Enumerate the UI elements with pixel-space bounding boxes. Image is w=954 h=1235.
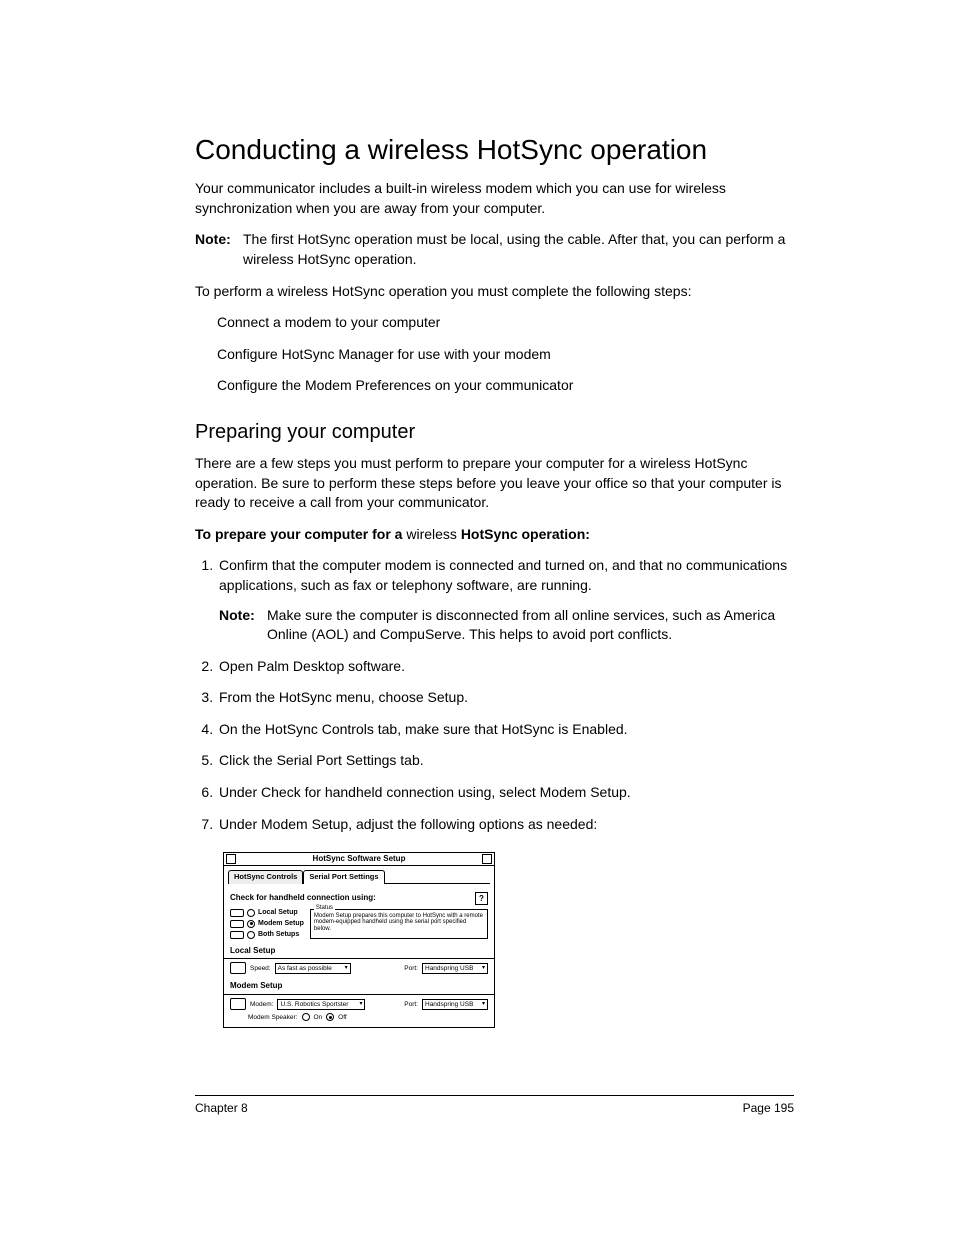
radio-icon[interactable] — [302, 1013, 310, 1021]
summary-steps: Connect a modem to your computer Configu… — [217, 313, 794, 396]
note-text: The first HotSync operation must be loca… — [243, 230, 794, 269]
help-icon[interactable]: ? — [475, 892, 488, 905]
cradle-icon — [230, 909, 244, 917]
modem-setup-title: Modem Setup — [230, 982, 488, 991]
prepare-mid: wireless — [406, 526, 460, 542]
footer-left: Chapter 8 — [195, 1100, 248, 1117]
radio-icon[interactable] — [326, 1013, 334, 1021]
lead-text: To perform a wireless HotSync operation … — [195, 282, 794, 302]
note-label: Note: — [195, 230, 243, 269]
radio-label: Modem Setup — [258, 920, 304, 928]
step-2: Open Palm Desktop software. — [217, 657, 794, 677]
status-legend: Status — [314, 905, 335, 912]
modem-label: Modem: — [250, 1001, 273, 1008]
radio-both-setups[interactable]: Both Setups — [230, 931, 304, 939]
radio-icon — [247, 909, 255, 917]
check-label: Check for handheld connection using: — [230, 894, 376, 903]
tab-hotsync-controls[interactable]: HotSync Controls — [228, 870, 303, 883]
status-text: Modem Setup prepares this computer to Ho… — [314, 913, 483, 932]
note-first-sync: Note: The first HotSync operation must b… — [195, 230, 794, 269]
speaker-off-label: Off — [338, 1014, 347, 1021]
dialog-title: HotSync Software Setup — [236, 855, 482, 864]
note-label: Note: — [219, 606, 267, 645]
speaker-on-label: On — [314, 1014, 323, 1021]
note-text: Make sure the computer is disconnected f… — [267, 606, 794, 645]
prepare-bold-b: HotSync operation: — [461, 526, 590, 542]
radio-label: Both Setups — [258, 931, 299, 939]
footer-right: Page 195 — [743, 1100, 794, 1117]
radio-icon — [247, 931, 255, 939]
port-select-local[interactable]: Handspring USB▾ — [422, 963, 488, 974]
speed-select[interactable]: As fast as possible▾ — [275, 963, 351, 974]
status-box: Status Modem Setup prepares this compute… — [310, 909, 488, 939]
section-heading: Preparing your computer — [195, 418, 794, 446]
modem-icon — [230, 998, 246, 1010]
step-5: Click the Serial Port Settings tab. — [217, 751, 794, 771]
both-icon — [230, 931, 244, 939]
modem-icon — [230, 920, 244, 928]
step-1-note: Note: Make sure the computer is disconne… — [219, 606, 794, 645]
page-footer: Chapter 8 Page 195 — [195, 1095, 794, 1117]
radio-modem-setup[interactable]: Modem Setup — [230, 920, 304, 928]
hotsync-setup-dialog: HotSync Software Setup HotSync Controls … — [223, 852, 495, 1028]
zoom-icon[interactable] — [482, 854, 492, 864]
step-1: Confirm that the computer modem is conne… — [217, 556, 794, 644]
modem-select[interactable]: U.S. Robotics Sportster▾ — [277, 999, 365, 1010]
tab-serial-port-settings[interactable]: Serial Port Settings — [303, 870, 384, 883]
close-icon[interactable] — [226, 854, 236, 864]
summary-step: Connect a modem to your computer — [217, 313, 794, 333]
radio-local-setup[interactable]: Local Setup — [230, 909, 304, 917]
step-3: From the HotSync menu, choose Setup. — [217, 688, 794, 708]
cradle-icon — [230, 962, 246, 974]
step-6: Under Check for handheld connection usin… — [217, 783, 794, 803]
step-7: Under Modem Setup, adjust the following … — [217, 815, 794, 835]
intro-text: Your communicator includes a built-in wi… — [195, 179, 794, 218]
port-select-modem[interactable]: Handspring USB▾ — [422, 999, 488, 1010]
prepare-bold-a: To prepare your computer for a — [195, 526, 406, 542]
step-4: On the HotSync Controls tab, make sure t… — [217, 720, 794, 740]
numbered-steps: Confirm that the computer modem is conne… — [195, 556, 794, 834]
prepare-heading: To prepare your computer for a wireless … — [195, 525, 794, 545]
summary-step: Configure the Modem Preferences on your … — [217, 376, 794, 396]
radio-icon — [247, 920, 255, 928]
port-label: Port: — [404, 1001, 418, 1008]
radio-label: Local Setup — [258, 909, 298, 917]
page-title: Conducting a wireless HotSync operation — [195, 130, 794, 169]
local-setup-title: Local Setup — [230, 947, 488, 956]
summary-step: Configure HotSync Manager for use with y… — [217, 345, 794, 365]
speed-label: Speed: — [250, 965, 271, 972]
section-text: There are a few steps you must perform t… — [195, 454, 794, 513]
speaker-label: Modem Speaker: — [248, 1014, 298, 1021]
port-label: Port: — [404, 965, 418, 972]
step-text: Confirm that the computer modem is conne… — [219, 557, 787, 593]
